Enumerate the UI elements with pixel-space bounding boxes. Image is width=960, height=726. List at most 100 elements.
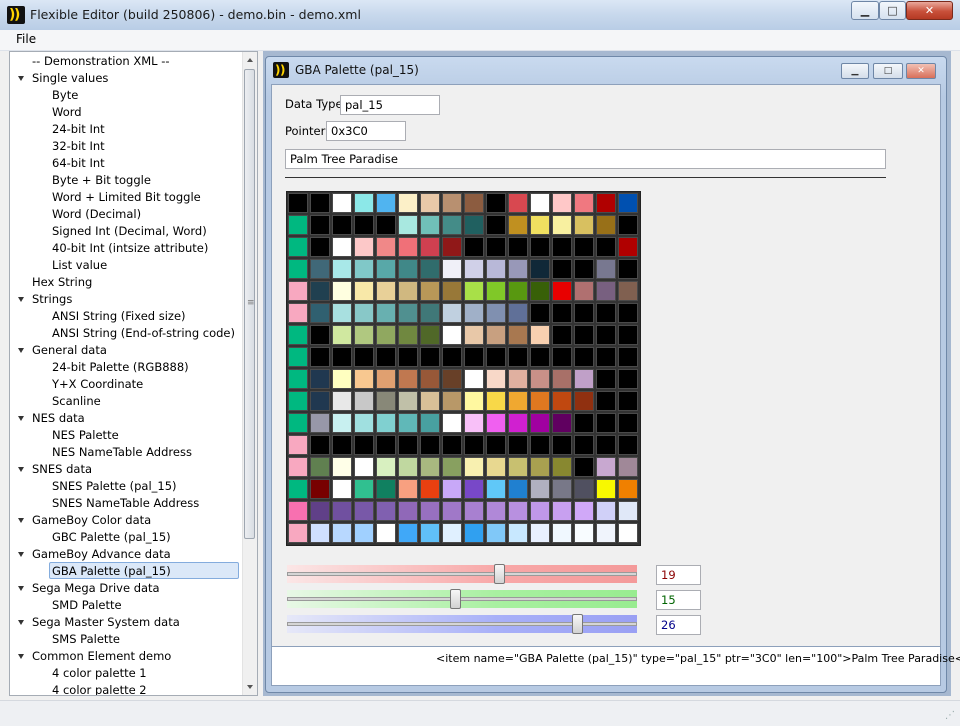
palette-cell[interactable]	[332, 215, 352, 235]
child-minimize-button[interactable]: ▁	[841, 63, 869, 79]
expand-arrow-icon[interactable]	[18, 620, 24, 625]
palette-cell[interactable]	[618, 457, 638, 477]
palette-cell[interactable]	[376, 501, 396, 521]
data-type-field[interactable]: pal_15	[340, 95, 440, 115]
palette-cell[interactable]	[508, 193, 528, 213]
menu-file[interactable]: File	[16, 32, 36, 46]
palette-cell[interactable]	[354, 391, 374, 411]
pointer-field[interactable]: 0x3C0	[326, 121, 406, 141]
green-slider[interactable]	[287, 597, 637, 601]
palette-cell[interactable]	[420, 435, 440, 455]
palette-cell[interactable]	[288, 391, 308, 411]
palette-cell[interactable]	[398, 413, 418, 433]
palette-cell[interactable]	[442, 501, 462, 521]
palette-cell[interactable]	[486, 369, 506, 389]
tree-item[interactable]: 24-bit Int	[52, 121, 105, 138]
expand-arrow-icon[interactable]	[18, 348, 24, 353]
palette-cell[interactable]	[332, 479, 352, 499]
palette-cell[interactable]	[398, 237, 418, 257]
palette-cell[interactable]	[332, 435, 352, 455]
palette-cell[interactable]	[310, 215, 330, 235]
palette-cell[interactable]	[398, 435, 418, 455]
palette-cell[interactable]	[464, 435, 484, 455]
palette-cell[interactable]	[574, 413, 594, 433]
palette-cell[interactable]	[486, 237, 506, 257]
tree-group[interactable]: Strings	[32, 291, 72, 308]
palette-cell[interactable]	[574, 303, 594, 323]
element-name-field[interactable]: Palm Tree Paradise	[285, 149, 886, 169]
palette-cell[interactable]	[376, 303, 396, 323]
palette-cell[interactable]	[310, 457, 330, 477]
palette-cell[interactable]	[552, 369, 572, 389]
palette-cell[interactable]	[464, 413, 484, 433]
child-maximize-button[interactable]: □	[873, 63, 903, 79]
palette-cell[interactable]	[310, 391, 330, 411]
palette-cell[interactable]	[354, 259, 374, 279]
palette-cell[interactable]	[354, 501, 374, 521]
tree-group[interactable]: -- Demonstration XML --	[32, 53, 170, 70]
palette-cell[interactable]	[376, 435, 396, 455]
palette-cell[interactable]	[464, 193, 484, 213]
palette-cell[interactable]	[618, 259, 638, 279]
palette-cell[interactable]	[376, 237, 396, 257]
palette-cell[interactable]	[420, 215, 440, 235]
tree-group[interactable]: GameBoy Advance data	[32, 546, 171, 563]
palette-cell[interactable]	[288, 435, 308, 455]
palette-cell[interactable]	[332, 325, 352, 345]
tree-item[interactable]: Word	[52, 104, 82, 121]
close-button[interactable]: ✕	[906, 1, 953, 20]
palette-cell[interactable]	[508, 501, 528, 521]
palette-cell[interactable]	[574, 281, 594, 301]
palette-cell[interactable]	[508, 281, 528, 301]
palette-cell[interactable]	[530, 369, 550, 389]
palette-cell[interactable]	[596, 281, 616, 301]
palette-cell[interactable]	[376, 325, 396, 345]
tree-item[interactable]: SNES Palette (pal_15)	[52, 478, 177, 495]
tree-item[interactable]: Byte	[52, 87, 78, 104]
green-value-field[interactable]: 15	[656, 590, 701, 610]
palette-cell[interactable]	[398, 303, 418, 323]
tree-group[interactable]: Hex String	[32, 274, 92, 291]
palette-cell[interactable]	[398, 501, 418, 521]
tree-item[interactable]: List value	[52, 257, 107, 274]
palette-cell[interactable]	[574, 347, 594, 367]
palette-cell[interactable]	[354, 369, 374, 389]
palette-cell[interactable]	[420, 325, 440, 345]
palette-cell[interactable]	[420, 391, 440, 411]
palette-cell[interactable]	[530, 391, 550, 411]
palette-cell[interactable]	[310, 281, 330, 301]
palette-cell[interactable]	[552, 457, 572, 477]
palette-cell[interactable]	[288, 501, 308, 521]
palette-cell[interactable]	[310, 523, 330, 543]
palette-cell[interactable]	[288, 413, 308, 433]
tree-group[interactable]: Sega Mega Drive data	[32, 580, 160, 597]
palette-cell[interactable]	[552, 237, 572, 257]
palette-cell[interactable]	[530, 479, 550, 499]
palette-cell[interactable]	[618, 369, 638, 389]
palette-cell[interactable]	[288, 303, 308, 323]
palette-cell[interactable]	[376, 391, 396, 411]
palette-cell[interactable]	[442, 457, 462, 477]
tree-item[interactable]: ANSI String (Fixed size)	[52, 308, 186, 325]
blue-slider[interactable]	[287, 622, 637, 626]
palette-cell[interactable]	[332, 347, 352, 367]
red-slider-thumb[interactable]	[494, 564, 505, 584]
expand-arrow-icon[interactable]	[18, 654, 24, 659]
palette-cell[interactable]	[310, 413, 330, 433]
green-slider-thumb[interactable]	[450, 589, 461, 609]
palette-cell[interactable]	[442, 325, 462, 345]
scroll-down-icon[interactable]	[247, 685, 253, 689]
palette-cell[interactable]	[596, 457, 616, 477]
palette-cell[interactable]	[332, 413, 352, 433]
palette-cell[interactable]	[354, 479, 374, 499]
palette-cell[interactable]	[420, 303, 440, 323]
palette-cell[interactable]	[464, 281, 484, 301]
palette-cell[interactable]	[618, 435, 638, 455]
tree-item[interactable]: Word (Decimal)	[52, 206, 141, 223]
palette-cell[interactable]	[508, 479, 528, 499]
palette-cell[interactable]	[530, 413, 550, 433]
palette-cell[interactable]	[530, 237, 550, 257]
palette-cell[interactable]	[508, 303, 528, 323]
palette-cell[interactable]	[442, 347, 462, 367]
palette-cell[interactable]	[486, 347, 506, 367]
